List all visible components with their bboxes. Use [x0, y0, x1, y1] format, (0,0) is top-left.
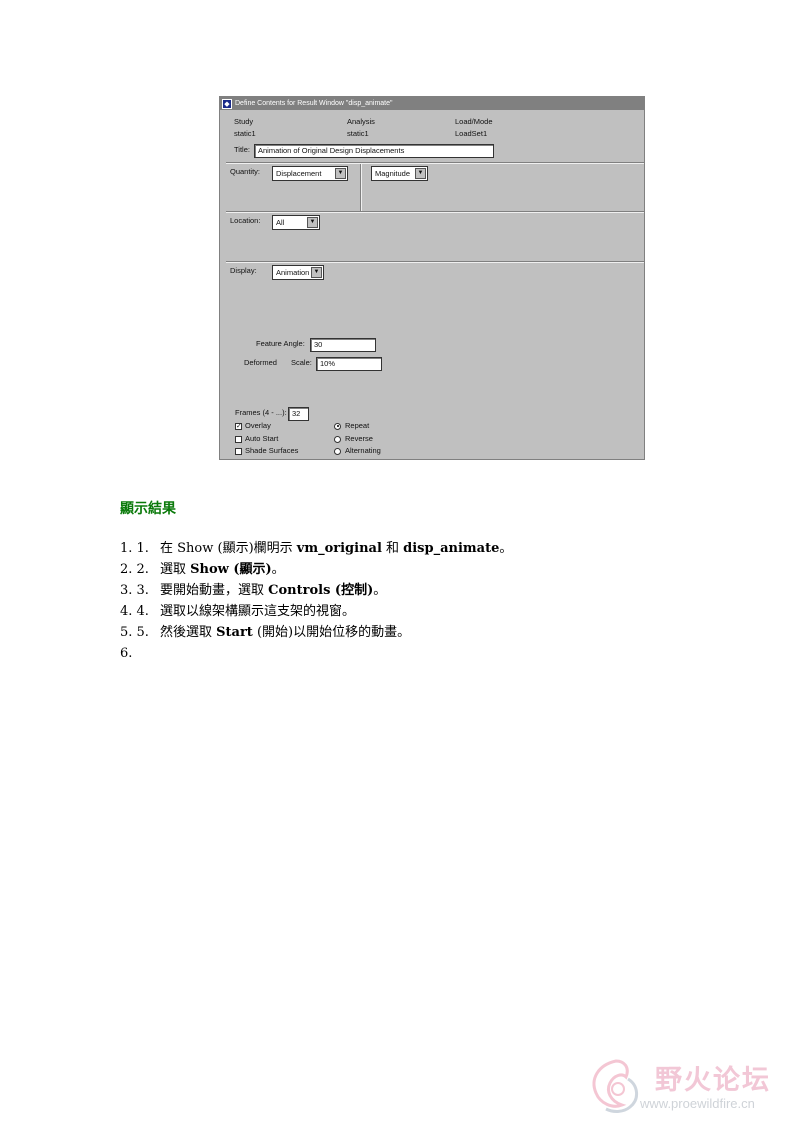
chevron-down-icon: ▼	[311, 267, 322, 278]
display-label: Display:	[230, 266, 257, 275]
checkbox-checked-icon: ✓	[235, 422, 242, 430]
location-label: Location:	[230, 216, 261, 225]
repeat-label: Repeat	[345, 421, 370, 430]
watermark-url: www.proewildfire.cn	[640, 1096, 755, 1111]
component-select[interactable]: Magnitude ▼	[371, 166, 428, 181]
watermark-title: 野火论坛	[655, 1065, 771, 1096]
step-text: 。	[373, 583, 387, 598]
shade-surfaces-checkbox[interactable]: Shade Surfaces	[235, 446, 298, 455]
chevron-down-icon: ▼	[335, 168, 346, 179]
checkbox-icon	[235, 447, 242, 455]
location-select[interactable]: All ▼	[272, 215, 320, 230]
step-bold: Controls (控制)	[268, 583, 374, 598]
step-number: 4. 4.	[120, 604, 149, 619]
step-text: 。	[271, 562, 285, 577]
step-bold: Start	[216, 625, 253, 640]
flame-logo-icon	[592, 1059, 638, 1113]
scale-input[interactable]: 10%	[316, 357, 382, 371]
radio-icon	[334, 435, 341, 443]
app-icon: ◆	[222, 98, 232, 109]
overlay-label: Overlay	[245, 421, 271, 430]
study-label: Study	[234, 117, 254, 126]
step-number: 2. 2.	[120, 562, 149, 577]
location-select-value: All	[276, 218, 285, 227]
separator	[226, 211, 644, 213]
analysis-value: static1	[347, 129, 369, 138]
title-label: Title:	[234, 145, 250, 154]
list-item: 2. 2. 選取 Show (顯示)。	[120, 559, 512, 580]
auto-start-checkbox[interactable]: Auto Start	[235, 434, 278, 443]
step-number: 3. 3.	[120, 583, 149, 598]
frames-input[interactable]: 32	[288, 407, 309, 421]
step-text: 要開始動畫，選取	[160, 583, 269, 598]
step-bold: disp_animate	[403, 541, 500, 556]
reverse-radio[interactable]: Reverse	[334, 434, 373, 443]
step-text: 。	[499, 541, 513, 556]
list-item: 6.	[120, 643, 512, 664]
feature-angle-input[interactable]: 30	[310, 338, 376, 352]
step-text: 和	[381, 541, 404, 556]
step-text: 在 Show (顯示)欄明示	[160, 541, 297, 556]
loadmode-value: LoadSet1	[455, 129, 488, 138]
result-window-dialog: ◆ Define Contents for Result Window "dis…	[219, 96, 645, 460]
component-select-value: Magnitude	[375, 169, 411, 178]
study-value: static1	[234, 129, 256, 138]
vertical-separator	[360, 164, 362, 211]
alternating-label: Alternating	[345, 446, 381, 455]
title-input[interactable]: Animation of Original Design Displacemen…	[254, 144, 494, 158]
quantity-select[interactable]: Displacement ▼	[272, 166, 348, 181]
section-heading: 顯示結果	[120, 501, 176, 517]
reverse-label: Reverse	[345, 434, 373, 443]
list-item: 1. 1. 在 Show (顯示)欄明示 vm_original 和 disp_a…	[120, 538, 512, 559]
dialog-title: Define Contents for Result Window "disp_…	[235, 100, 393, 107]
step-text: 然後選取	[160, 625, 217, 640]
step-text: 選取	[160, 562, 191, 577]
list-item: 3. 3. 要開始動畫，選取 Controls (控制)。	[120, 580, 512, 601]
deformed-label: Deformed	[244, 358, 277, 367]
alternating-radio[interactable]: Alternating	[334, 446, 381, 455]
step-number: 6.	[120, 646, 133, 661]
display-select[interactable]: Animation ▼	[272, 265, 324, 280]
list-item: 4. 4. 選取以線架構顯示這支架的視窗。	[120, 601, 512, 622]
loadmode-label: Load/Mode	[455, 117, 493, 126]
separator	[226, 162, 644, 164]
display-select-value: Animation	[276, 268, 310, 277]
step-text: 選取以線架構顯示這支架的視窗。	[160, 604, 356, 619]
step-text: (開始)以開始位移的動畫。	[252, 625, 411, 640]
auto-start-label: Auto Start	[245, 434, 279, 443]
checkbox-icon	[235, 435, 242, 443]
separator	[226, 261, 644, 263]
steps-list: 1. 1. 在 Show (顯示)欄明示 vm_original 和 disp_a…	[120, 538, 512, 664]
step-bold: vm_original	[296, 541, 382, 556]
overlay-checkbox[interactable]: ✓ Overlay	[235, 421, 271, 430]
analysis-label: Analysis	[347, 117, 375, 126]
frames-label: Frames (4 - ...):	[235, 408, 287, 417]
quantity-label: Quantity:	[230, 167, 261, 176]
dialog-titlebar: ◆ Define Contents for Result Window "dis…	[220, 97, 644, 110]
repeat-radio[interactable]: Repeat	[334, 421, 369, 430]
step-number: 1. 1.	[120, 541, 149, 556]
step-bold: Show (顯示)	[190, 562, 272, 577]
radio-selected-icon	[334, 422, 341, 430]
chevron-down-icon: ▼	[415, 168, 426, 179]
chevron-down-icon: ▼	[307, 217, 318, 228]
scale-label: Scale:	[291, 358, 312, 367]
shade-surfaces-label: Shade Surfaces	[245, 446, 299, 455]
list-item: 5. 5. 然後選取 Start (開始)以開始位移的動畫。	[120, 622, 512, 643]
feature-angle-label: Feature Angle:	[256, 339, 305, 348]
radio-icon	[334, 447, 341, 455]
step-number: 5. 5.	[120, 625, 149, 640]
quantity-select-value: Displacement	[276, 169, 322, 178]
